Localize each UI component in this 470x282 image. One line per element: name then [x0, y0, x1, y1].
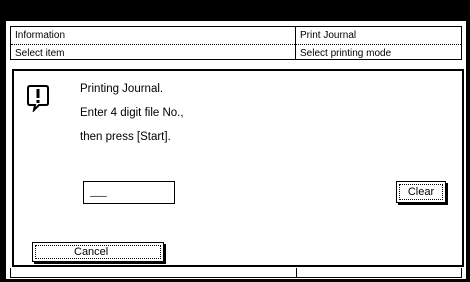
clear-button[interactable]: Clear: [396, 181, 446, 203]
information-panel: Information Select item: [10, 26, 296, 60]
print-journal-subtitle: Select printing mode: [300, 48, 392, 59]
clear-button-label: Clear: [399, 184, 443, 200]
panel-separator: [11, 44, 295, 45]
message-line: Printing Journal.: [80, 83, 164, 95]
panel-divider: [296, 268, 297, 278]
top-bar: [0, 0, 470, 21]
file-number-input[interactable]: __: [83, 181, 175, 204]
print-journal-panel: Print Journal Select printing mode: [295, 26, 462, 60]
print-journal-title: Print Journal: [300, 30, 357, 41]
cancel-button-label: Cancel: [35, 245, 161, 259]
information-subtitle: Select item: [15, 48, 65, 59]
printing-journal-dialog: Printing Journal. Enter 4 digit file No.…: [12, 69, 464, 267]
message-line: then press [Start].: [80, 131, 171, 143]
screen-border-right: [466, 21, 470, 282]
exclamation-icon: [27, 85, 49, 112]
screen-border-left: [0, 21, 6, 282]
background-panel-bottom: [10, 268, 462, 278]
message-line: Enter 4 digit file No.,: [80, 107, 184, 119]
cancel-button[interactable]: Cancel: [32, 242, 164, 262]
information-title: Information: [15, 30, 66, 41]
panel-separator: [296, 44, 461, 45]
